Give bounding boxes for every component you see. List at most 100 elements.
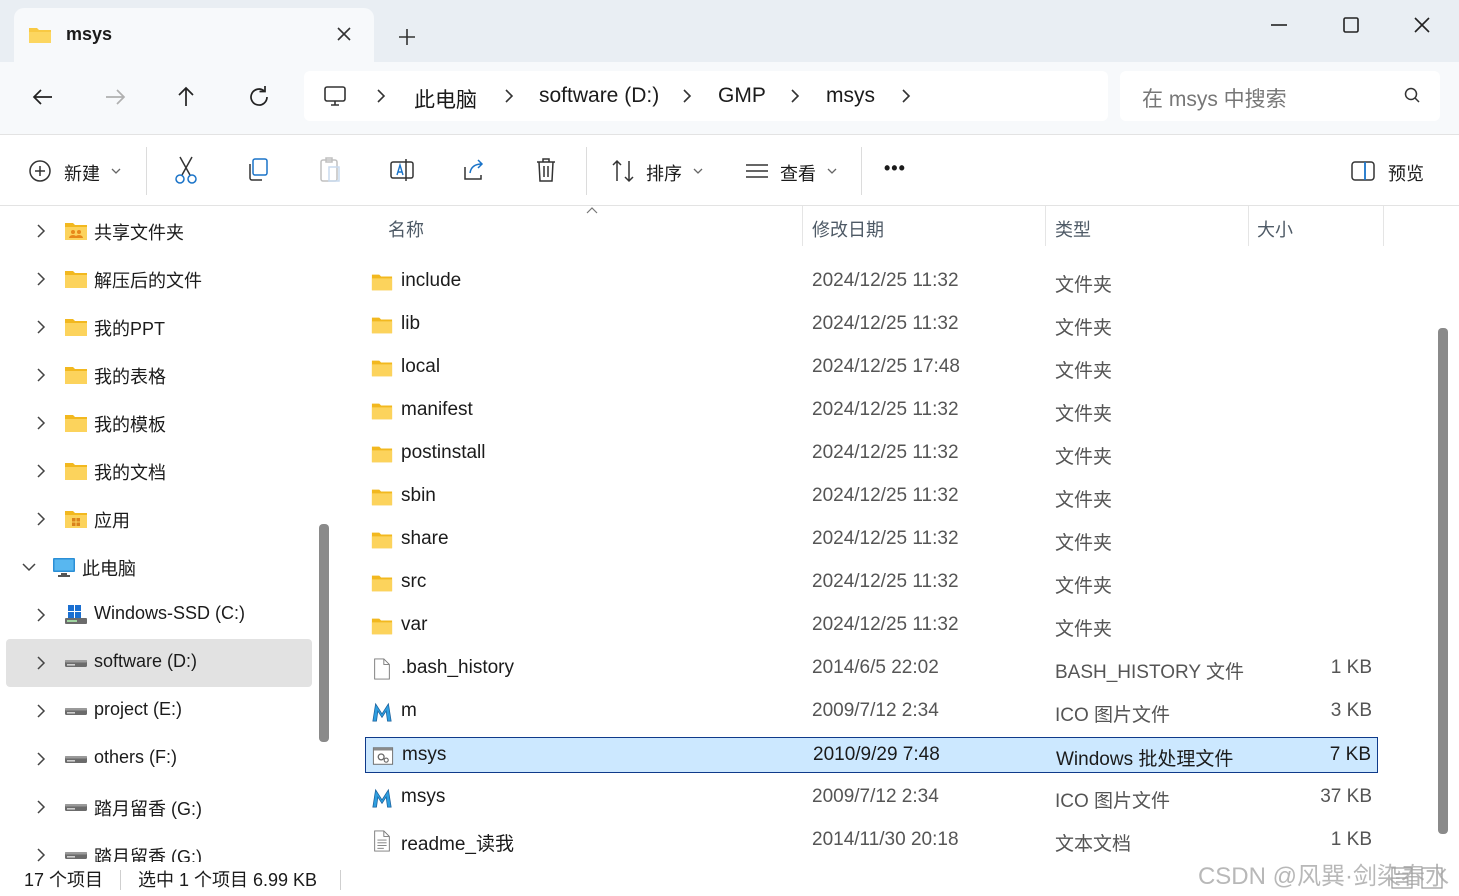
column-header-size[interactable]: 大小	[1257, 216, 1293, 242]
sidebar-scrollbar[interactable]	[319, 524, 329, 742]
search-input[interactable]: 在 msys 中搜索	[1120, 71, 1440, 121]
chevron-right-icon[interactable]	[32, 414, 50, 432]
chevron-right-icon[interactable]	[786, 87, 804, 105]
file-row[interactable]: manifest 2024/12/25 11:32 文件夹	[365, 393, 1378, 429]
column-header-type[interactable]: 类型	[1055, 216, 1091, 242]
sidebar-item[interactable]: 踏月留香 (G:)	[6, 831, 312, 862]
chevron-right-icon[interactable]	[32, 462, 50, 480]
file-row[interactable]: .bash_history 2014/6/5 22:02 BASH_HISTORY …	[365, 651, 1378, 687]
chevron-right-icon[interactable]	[32, 510, 50, 528]
column-divider[interactable]	[1045, 206, 1046, 246]
chevron-right-icon[interactable]	[32, 798, 50, 816]
chevron-right-icon[interactable]	[372, 87, 390, 105]
computer-icon[interactable]	[322, 83, 348, 109]
sidebar-item-label: 我的表格	[94, 367, 166, 387]
cut-icon[interactable]	[173, 155, 199, 187]
file-type: 文件夹	[1055, 447, 1113, 468]
close-icon[interactable]	[332, 22, 356, 46]
column-header-date[interactable]: 修改日期	[812, 216, 884, 242]
file-row[interactable]: share 2024/12/25 11:32 文件夹	[365, 522, 1378, 558]
column-header-name[interactable]: 名称	[388, 216, 424, 242]
chevron-right-icon[interactable]	[32, 366, 50, 384]
close-icon[interactable]	[1407, 10, 1437, 40]
search-icon[interactable]	[1402, 86, 1422, 106]
navigation-pane[interactable]: 共享文件夹 解压后的文件 我的PPT 我的表格我的模板我的文档应用 此电脑 Windows…	[0, 206, 335, 862]
file-row[interactable]: m 2009/7/12 2:34 ICO 图片文件 3 KB	[365, 694, 1378, 730]
breadcrumb-item-msys[interactable]: msys	[826, 84, 875, 108]
file-row[interactable]: sbin 2024/12/25 11:32 文件夹	[365, 479, 1378, 515]
breadcrumb-item-this-pc[interactable]: 此电脑	[414, 84, 477, 114]
more-options-icon[interactable]: •••	[884, 155, 918, 187]
chevron-right-icon[interactable]	[32, 222, 50, 240]
file-name: include	[401, 270, 462, 291]
file-row[interactable]: var 2024/12/25 11:32 文件夹	[365, 608, 1378, 644]
sidebar-item[interactable]: software (D:)	[6, 639, 312, 687]
file-row[interactable]: readme_读我 2014/11/30 20:18 文本文档 1 KB	[365, 823, 1378, 859]
sidebar-item[interactable]: 解压后的文件	[6, 255, 312, 303]
chevron-right-icon[interactable]	[32, 606, 50, 624]
file-row[interactable]: include 2024/12/25 11:32 文件夹	[365, 264, 1378, 300]
column-divider[interactable]	[802, 206, 803, 246]
plus-icon[interactable]	[392, 22, 422, 52]
chevron-right-icon[interactable]	[32, 846, 50, 862]
folder-icon	[371, 271, 393, 293]
chevron-down-icon[interactable]	[20, 558, 38, 576]
minimize-icon[interactable]	[1264, 10, 1294, 40]
sort-ascending-icon	[585, 206, 599, 216]
sidebar-item-label: 我的文档	[94, 463, 166, 483]
file-name: lib	[401, 313, 421, 334]
sidebar-item[interactable]: 我的模板	[6, 399, 312, 447]
sidebar-item[interactable]: project (E:)	[6, 687, 312, 735]
maximize-icon[interactable]	[1336, 10, 1366, 40]
rename-icon[interactable]	[389, 155, 415, 187]
paste-icon[interactable]	[317, 155, 343, 187]
delete-icon[interactable]	[533, 155, 559, 187]
column-divider[interactable]	[1383, 206, 1384, 246]
breadcrumb-item-gmp[interactable]: GMP	[718, 84, 766, 108]
chevron-right-icon[interactable]	[897, 87, 915, 105]
sidebar-item[interactable]: 此电脑	[6, 543, 312, 591]
file-row[interactable]: lib 2024/12/25 11:32 文件夹	[365, 307, 1378, 343]
tab-msys[interactable]: msys	[14, 8, 374, 62]
chevron-right-icon[interactable]	[500, 87, 518, 105]
file-type: ICO 图片文件	[1055, 791, 1171, 812]
folder-icon	[371, 615, 393, 637]
sidebar-item[interactable]: others (F:)	[6, 735, 312, 783]
chevron-right-icon[interactable]	[678, 87, 696, 105]
sidebar-item[interactable]: 应用	[6, 495, 312, 543]
file-row[interactable]: postinstall 2024/12/25 11:32 文件夹	[365, 436, 1378, 472]
preview-button[interactable]: 预览	[1350, 155, 1440, 187]
sidebar-item[interactable]: 我的表格	[6, 351, 312, 399]
view-button[interactable]: 查看	[744, 155, 844, 187]
sidebar-item[interactable]: 我的文档	[6, 447, 312, 495]
file-row[interactable]: msys 2009/7/12 2:34 ICO 图片文件 37 KB	[365, 780, 1378, 816]
chevron-right-icon[interactable]	[32, 270, 50, 288]
file-row[interactable]: msys 2010/9/29 7:48 Windows 批处理文件 7 KB	[365, 737, 1378, 773]
drive-icon	[64, 699, 88, 723]
sidebar-item[interactable]: 踏月留香 (G:)	[6, 783, 312, 831]
column-divider[interactable]	[1248, 206, 1249, 246]
arrow-up-icon[interactable]	[171, 82, 201, 112]
chevron-right-icon[interactable]	[32, 654, 50, 672]
sidebar-item[interactable]: 我的PPT	[6, 303, 312, 351]
file-list[interactable]: 名称 修改日期 类型 大小 include 2024/12/25 11:32 文件夹…	[335, 206, 1459, 862]
list-view-icon	[744, 159, 770, 183]
refresh-icon[interactable]	[244, 82, 274, 112]
new-button[interactable]: 新建	[28, 155, 128, 187]
arrow-left-icon[interactable]	[28, 82, 58, 112]
file-row[interactable]: local 2024/12/25 17:48 文件夹	[365, 350, 1378, 386]
chevron-right-icon[interactable]	[32, 318, 50, 336]
sort-button[interactable]: 排序	[610, 155, 710, 187]
copy-icon[interactable]	[245, 155, 271, 187]
share-icon[interactable]	[461, 155, 487, 187]
breadcrumb[interactable]: 此电脑 software (D:) GMP msys	[304, 71, 1108, 121]
file-name: msys	[401, 786, 446, 807]
sidebar-item[interactable]: Windows-SSD (C:)	[6, 591, 312, 639]
breadcrumb-item-software-d[interactable]: software (D:)	[539, 84, 659, 108]
sidebar-item[interactable]: 共享文件夹	[6, 207, 312, 255]
chevron-right-icon[interactable]	[32, 702, 50, 720]
chevron-right-icon[interactable]	[32, 750, 50, 768]
arrow-right-icon[interactable]	[100, 82, 130, 112]
file-row[interactable]: src 2024/12/25 11:32 文件夹	[365, 565, 1378, 601]
vertical-scrollbar[interactable]	[1438, 328, 1448, 834]
